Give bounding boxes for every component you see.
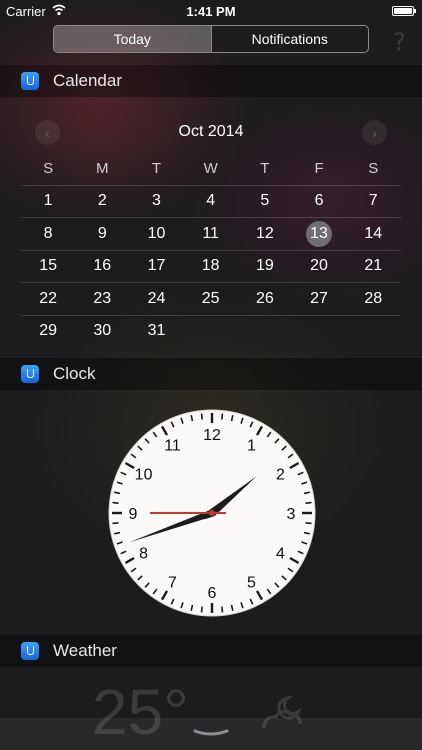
clock-tick	[112, 522, 119, 525]
clock-number: 6	[208, 585, 217, 602]
clock-tick	[200, 606, 203, 613]
day-cell[interactable]: 6	[292, 186, 346, 218]
calendar-month-label: Oct 2014	[178, 123, 244, 140]
weekday-label: T	[151, 160, 162, 178]
day-cell[interactable]: 22	[21, 283, 75, 315]
clock-number: 7	[168, 574, 177, 591]
week-row: 29 30 31	[21, 316, 401, 348]
day-cell	[238, 316, 292, 348]
day-cell[interactable]: 12	[238, 218, 292, 250]
grabber-handle[interactable]	[193, 728, 229, 738]
status-bar: Carrier 1:41 PM	[0, 0, 422, 22]
calendar-grid: S M T W T F S 1 2 3 4 5 6 7 8 9 10 11 12…	[21, 153, 401, 347]
day-cell[interactable]: 27	[292, 283, 346, 315]
clock-app-icon	[21, 365, 39, 383]
day-cell[interactable]: 16	[75, 251, 129, 283]
day-cell[interactable]: 11	[184, 218, 238, 250]
day-cell[interactable]: 5	[238, 186, 292, 218]
clock-face: 121234567891011	[108, 409, 316, 617]
clock-number: 4	[276, 546, 285, 563]
clock-tick	[305, 501, 312, 504]
day-cell[interactable]: 23	[75, 283, 129, 315]
day-cell[interactable]: 14	[346, 218, 400, 250]
week-row: 15 16 17 18 19 20 21	[21, 251, 401, 283]
day-cell[interactable]: 9	[75, 218, 129, 250]
day-cell[interactable]: 8	[21, 218, 75, 250]
day-cell[interactable]: 17	[129, 251, 183, 283]
calendar-app-icon	[21, 72, 39, 90]
day-cell[interactable]: 25	[184, 283, 238, 315]
clock-tick	[200, 413, 203, 420]
day-cell[interactable]: 28	[346, 283, 400, 315]
day-cell[interactable]: 15	[21, 251, 75, 283]
weekday-label: W	[203, 160, 218, 178]
tab-notifications[interactable]: Notifications	[210, 26, 369, 52]
week-row: 8 9 10 11 12 13 14	[21, 218, 401, 251]
clock-tick	[112, 501, 119, 504]
calendar-title: Calendar	[53, 71, 122, 90]
battery-icon	[392, 6, 416, 16]
tab-today[interactable]: Today	[54, 26, 211, 52]
day-cell[interactable]: 24	[129, 283, 183, 315]
day-cell[interactable]: 20	[292, 251, 346, 283]
day-cell[interactable]: 10	[129, 218, 183, 250]
day-cell[interactable]: 2	[75, 186, 129, 218]
calendar-header: Calendar	[0, 65, 422, 97]
day-cell[interactable]: 4	[184, 186, 238, 218]
weather-app-icon	[21, 642, 39, 660]
day-cell[interactable]: 1	[21, 186, 75, 218]
weekday-label: S	[43, 160, 54, 178]
day-cell[interactable]: 3	[129, 186, 183, 218]
week-row: 22 23 24 25 26 27 28	[21, 283, 401, 316]
week-row: 1 2 3 4 5 6 7	[21, 186, 401, 218]
day-cell[interactable]: 31	[129, 316, 183, 348]
clock-center-hub	[209, 510, 215, 516]
view-switcher: Today Notifications	[53, 25, 369, 53]
clock-tick	[305, 522, 312, 525]
help-icon[interactable]: ?	[393, 28, 406, 56]
weekday-label: S	[368, 160, 379, 178]
weekday-label: F	[314, 160, 324, 178]
day-cell[interactable]: 30	[75, 316, 129, 348]
clock-number: 8	[139, 546, 148, 563]
clock-header: Clock	[0, 358, 422, 390]
clock-number: 9	[129, 506, 138, 523]
day-cell	[292, 316, 346, 348]
clock-number: 2	[276, 467, 285, 484]
analog-clock: 12 1 2 3 4 5 6 7 8 9 10 11	[108, 409, 316, 617]
weekday-row: S M T W T F S	[21, 153, 401, 186]
day-cell	[184, 316, 238, 348]
clock-tick	[221, 413, 224, 420]
weather-title: Weather	[53, 641, 117, 660]
chevron-right-icon: ›	[372, 124, 377, 141]
weekday-label: M	[96, 160, 109, 178]
day-cell[interactable]: 18	[184, 251, 238, 283]
day-cell[interactable]: 21	[346, 251, 400, 283]
weekday-label: T	[260, 160, 270, 178]
clock-title: Clock	[53, 364, 96, 383]
clock-number: 3	[287, 506, 296, 523]
status-time: 1:41 PM	[186, 4, 236, 19]
day-cell[interactable]: 7	[346, 186, 400, 218]
day-cell[interactable]: 19	[238, 251, 292, 283]
clock-number: 10	[135, 467, 153, 484]
next-month-button[interactable]: ›	[362, 120, 387, 145]
day-cell[interactable]: 29	[21, 316, 75, 348]
clock-tick	[221, 606, 224, 613]
clock-number: 12	[203, 427, 221, 444]
day-cell	[346, 316, 400, 348]
weather-header: Weather	[0, 635, 422, 667]
today-day-cell[interactable]: 13	[292, 218, 346, 250]
clock-number: 5	[247, 574, 256, 591]
today-marker: 13	[306, 220, 333, 247]
clock-number: 11	[164, 438, 181, 455]
day-cell[interactable]: 26	[238, 283, 292, 315]
clock-number: 1	[247, 438, 256, 455]
